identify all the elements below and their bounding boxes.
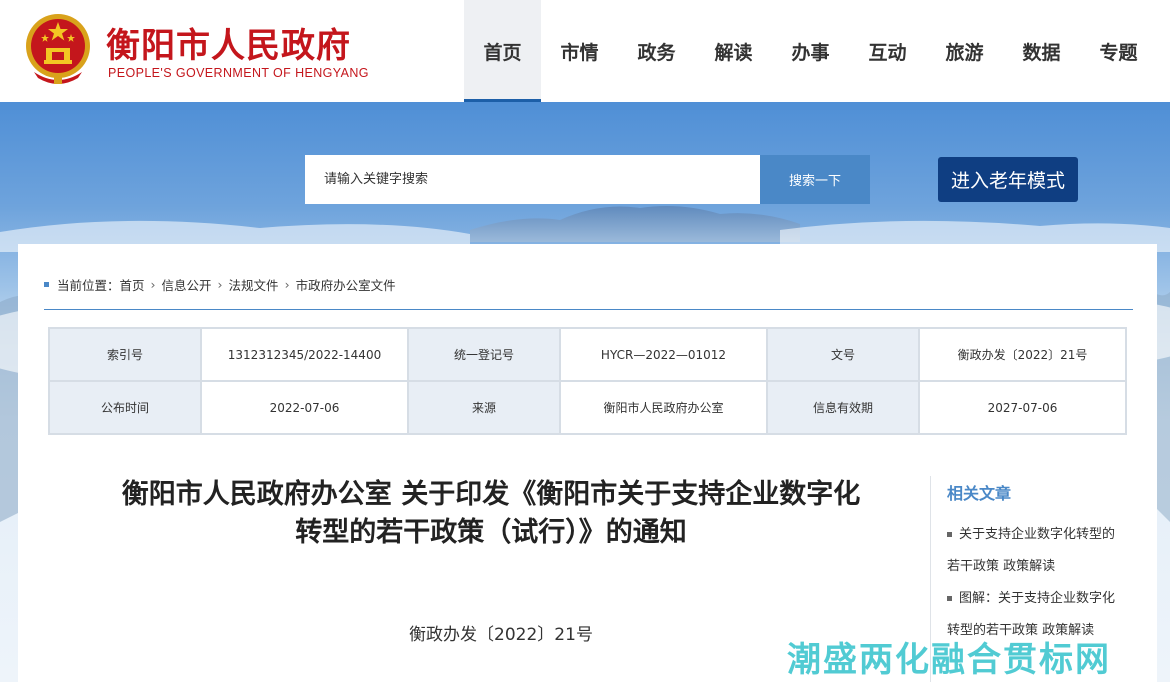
related-article-line: 图解：关于支持企业数字化 xyxy=(959,591,1116,606)
national-emblem-icon[interactable] xyxy=(24,12,92,84)
breadcrumb-item-info-disclosure[interactable]: 信息公开 xyxy=(162,275,212,294)
nav-item-topics[interactable]: 专题 xyxy=(1080,0,1157,102)
related-article-line: 若干政策 政策解读 xyxy=(947,559,1056,574)
meta-value-publish-date: 2022-07-06 xyxy=(202,382,407,433)
breadcrumb-item-home[interactable]: 首页 xyxy=(120,275,145,294)
related-article-link[interactable]: 图解：关于支持企业数字化 xyxy=(947,583,1137,615)
nav-item-services[interactable]: 办事 xyxy=(772,0,849,102)
article-title-line-1: 衡阳市人民政府办公室 关于印发《衡阳市关于支持企业数字化 xyxy=(121,479,861,510)
bullet-icon xyxy=(947,596,952,601)
related-article-link[interactable]: 若干政策 政策解读 xyxy=(947,551,1137,583)
content-card: 当前位置： 首页 › 信息公开 › 法规文件 › 市政府办公室文件 索引号 13… xyxy=(18,244,1157,682)
nav-item-interpretation[interactable]: 解读 xyxy=(695,0,772,102)
related-article-line: 关于支持企业数字化转型的 xyxy=(959,527,1116,542)
breadcrumb-prefix: 当前位置： xyxy=(57,278,120,293)
article-title-line-2: 转型的若干政策（试行）》的通知 xyxy=(295,517,687,548)
article-title: 衡阳市人民政府办公室 关于印发《衡阳市关于支持企业数字化 转型的若干政策（试行）… xyxy=(66,476,916,552)
breadcrumb: 当前位置： 首页 › 信息公开 › 法规文件 › 市政府办公室文件 xyxy=(44,275,396,294)
meta-value-registration: HYCR—2022—01012 xyxy=(561,329,766,380)
watermark-text: 潮盛两化融合贯标网 xyxy=(787,640,1111,680)
related-article-link[interactable]: 关于支持企业数字化转型的 xyxy=(947,519,1137,551)
document-meta-table: 索引号 1312312345/2022-14400 统一登记号 HYCR—202… xyxy=(48,327,1127,435)
related-articles-title: 相关文章 xyxy=(947,484,1012,503)
search-button[interactable]: 搜索一下 xyxy=(760,155,870,204)
table-row: 公布时间 2022-07-06 来源 衡阳市人民政府办公室 信息有效期 2027… xyxy=(50,382,1125,433)
meta-key-source: 来源 xyxy=(409,382,559,433)
meta-key-registration: 统一登记号 xyxy=(409,329,559,380)
breadcrumb-item-office-documents[interactable]: 市政府办公室文件 xyxy=(296,275,396,294)
breadcrumb-separator-icon: › xyxy=(150,277,156,292)
breadcrumb-marker-icon xyxy=(44,282,49,287)
search-input[interactable] xyxy=(305,155,760,204)
breadcrumb-separator-icon: › xyxy=(284,277,290,292)
breadcrumb-item-regulations[interactable]: 法规文件 xyxy=(229,275,279,294)
meta-key-doc-number: 文号 xyxy=(768,329,918,380)
site-title[interactable]: 衡阳市人民政府 xyxy=(106,18,351,67)
elder-mode-button[interactable]: 进入老年模式 xyxy=(938,157,1078,202)
meta-key-publish-date: 公布时间 xyxy=(50,382,200,433)
meta-key-validity: 信息有效期 xyxy=(768,382,918,433)
breadcrumb-separator-icon: › xyxy=(217,277,223,292)
main-nav: 首页 市情 政务 解读 办事 互动 旅游 数据 专题 xyxy=(464,0,1157,102)
meta-value-index: 1312312345/2022-14400 xyxy=(202,329,407,380)
meta-value-doc-number: 衡政办发〔2022〕21号 xyxy=(920,329,1125,380)
nav-item-tourism[interactable]: 旅游 xyxy=(926,0,1003,102)
meta-key-index: 索引号 xyxy=(50,329,200,380)
related-articles-list: 关于支持企业数字化转型的 若干政策 政策解读 图解：关于支持企业数字化 转型的若… xyxy=(947,519,1137,647)
meta-value-source: 衡阳市人民政府办公室 xyxy=(561,382,766,433)
nav-item-government-affairs[interactable]: 政务 xyxy=(618,0,695,102)
site-subtitle: PEOPLE'S GOVERNMENT OF HENGYANG xyxy=(108,66,369,80)
bullet-icon xyxy=(947,532,952,537)
breadcrumb-divider xyxy=(44,309,1133,310)
nav-item-data[interactable]: 数据 xyxy=(1003,0,1080,102)
nav-item-city-info[interactable]: 市情 xyxy=(541,0,618,102)
table-row: 索引号 1312312345/2022-14400 统一登记号 HYCR—202… xyxy=(50,329,1125,380)
meta-value-validity: 2027-07-06 xyxy=(920,382,1125,433)
nav-item-interaction[interactable]: 互动 xyxy=(849,0,926,102)
site-header: 衡阳市人民政府 PEOPLE'S GOVERNMENT OF HENGYANG … xyxy=(0,0,1170,102)
nav-item-home[interactable]: 首页 xyxy=(464,0,541,102)
